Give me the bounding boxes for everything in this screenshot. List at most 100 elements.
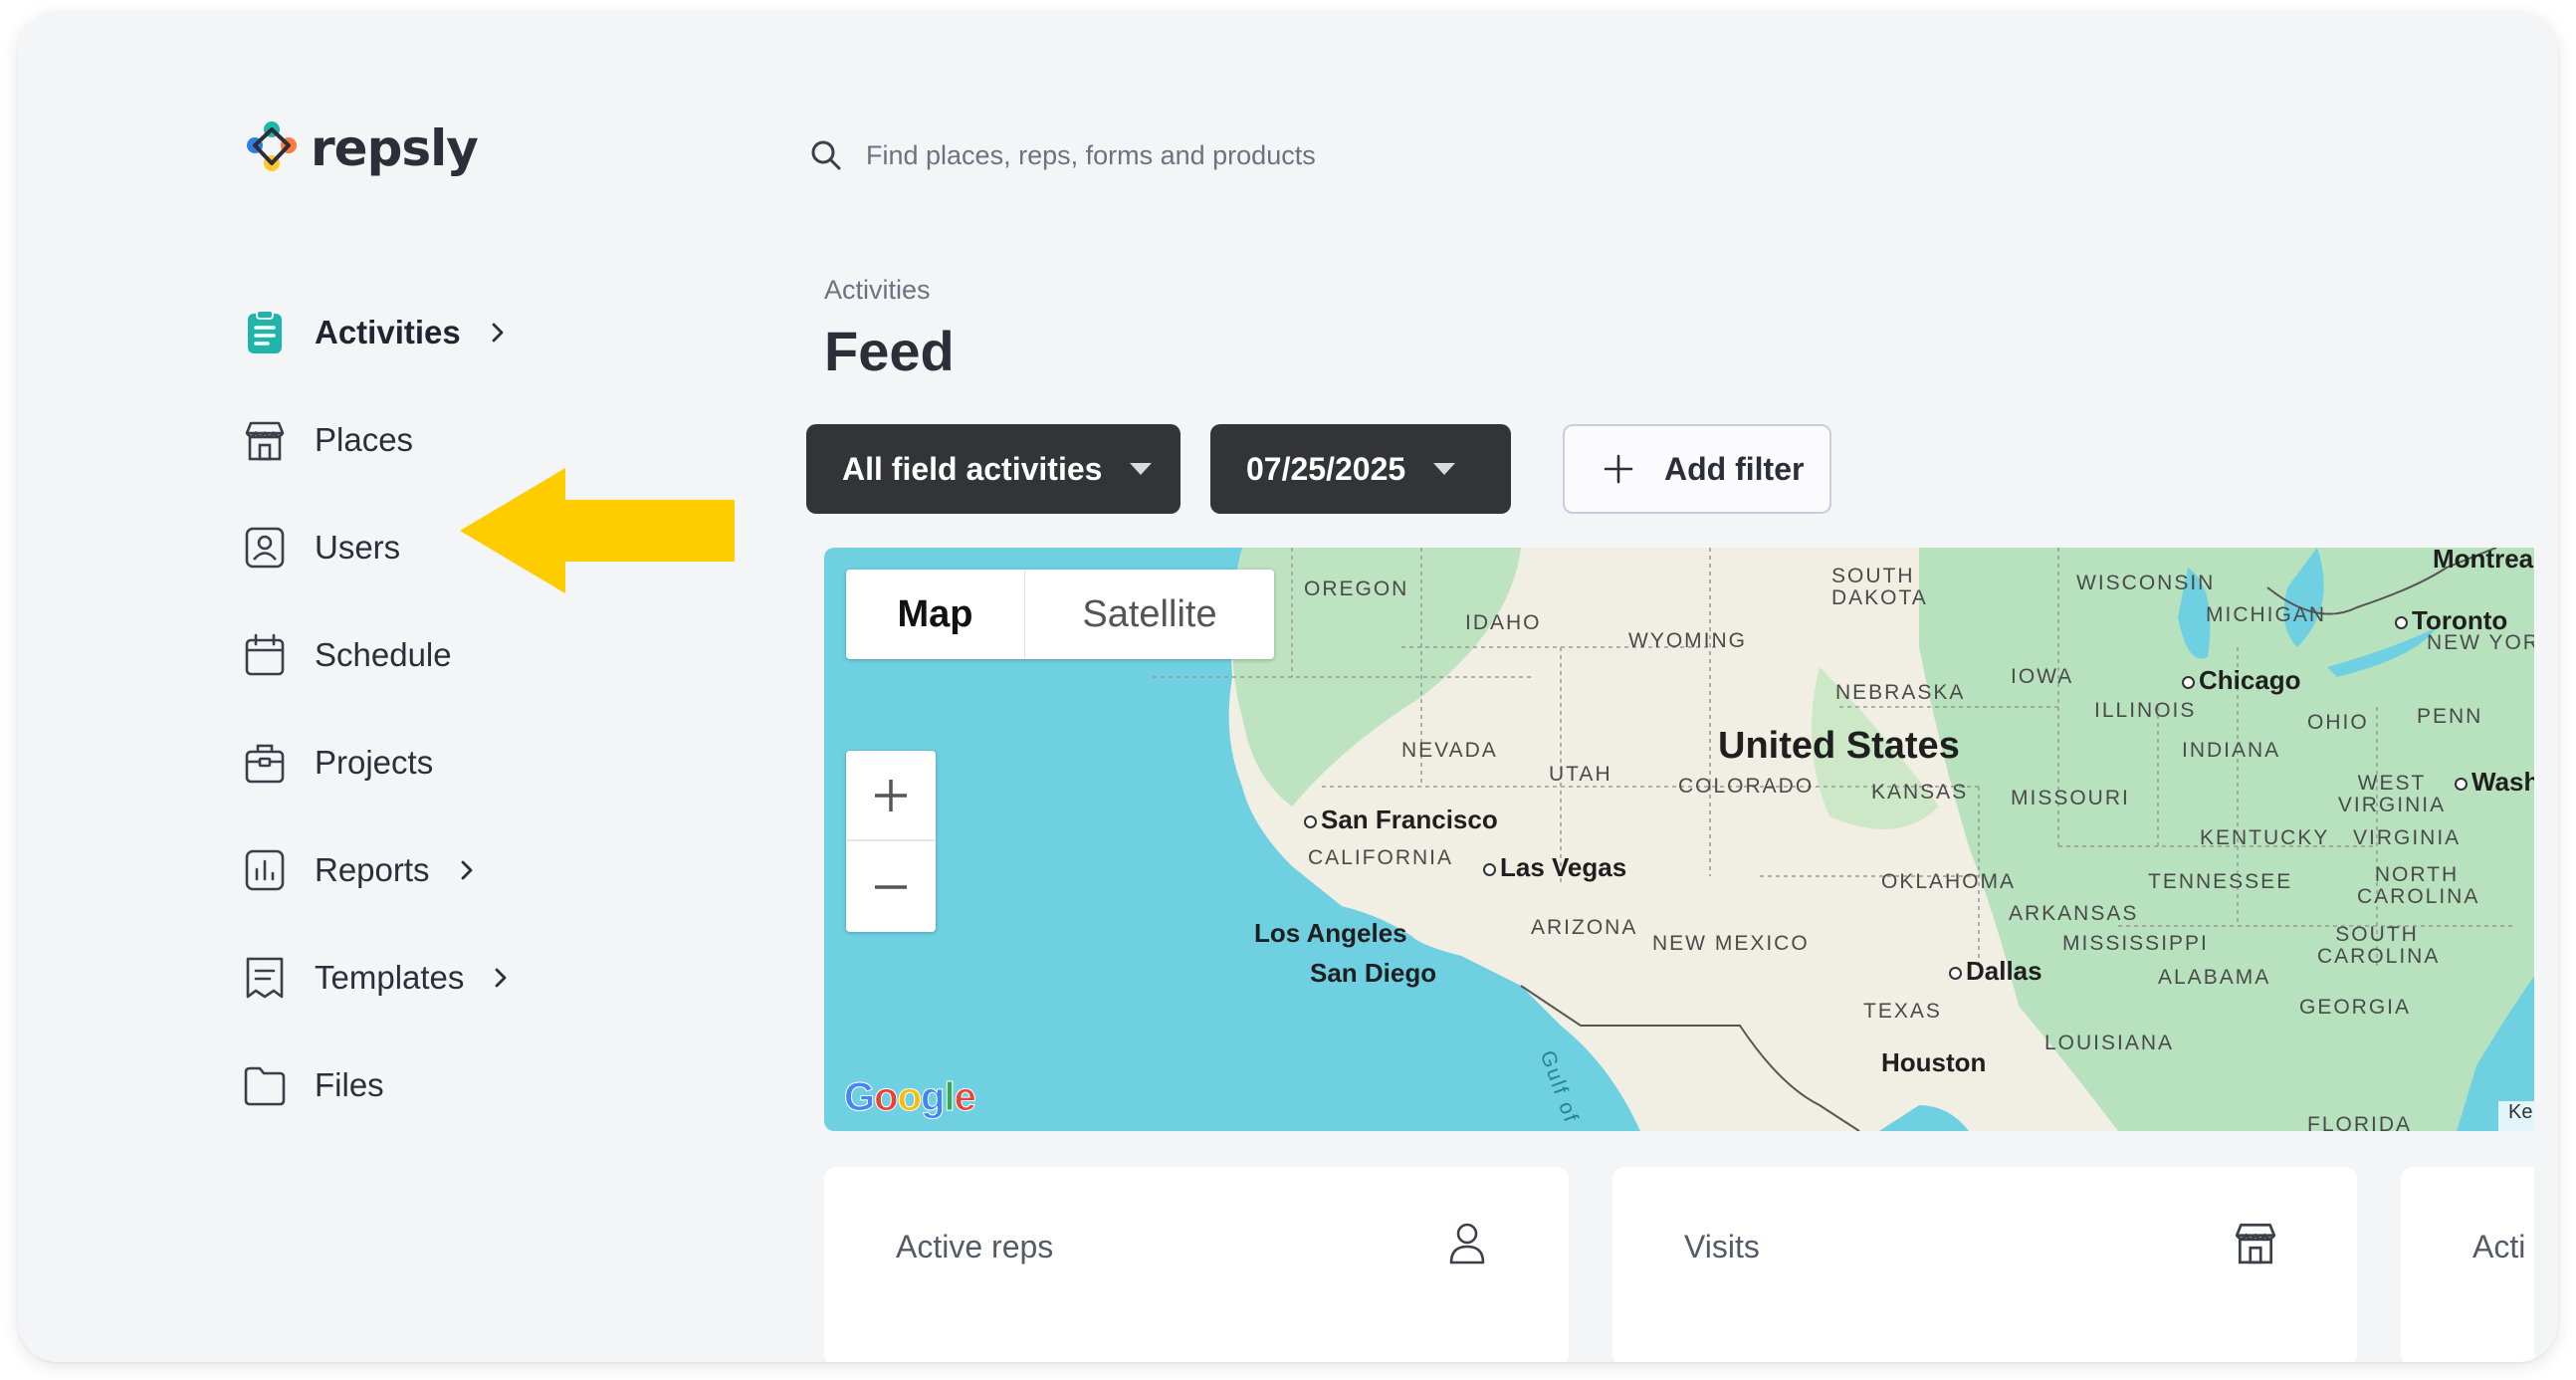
map-state-label: WISCONSIN — [2076, 572, 2216, 594]
map-state-label: FLORIDA — [2307, 1113, 2413, 1131]
map-state-label: ALABAMA — [2158, 966, 2271, 989]
map-state-label: INDIANA — [2182, 739, 2281, 762]
map-state-label: COLORADO — [1678, 775, 1815, 798]
zoom-out-button[interactable] — [846, 841, 936, 932]
search-icon — [811, 140, 841, 170]
map-state-label: KENTUCKY — [2200, 826, 2330, 849]
map-state-label: MISSOURI — [2011, 787, 2130, 809]
briefcase-icon — [239, 737, 291, 789]
sidebar-item-activities[interactable]: Activities — [239, 279, 737, 386]
template-icon — [239, 952, 291, 1004]
add-filter-button[interactable]: Add filter — [1563, 424, 1831, 514]
folder-icon — [239, 1059, 291, 1111]
store-icon — [2232, 1219, 2279, 1266]
sidebar-item-label: Users — [315, 529, 401, 566]
date-dropdown[interactable]: 07/25/2025 — [1210, 424, 1511, 514]
user-badge-icon — [239, 522, 291, 574]
map-state-label: LOUISIANA — [2044, 1032, 2175, 1054]
repsly-logo[interactable]: repsly — [239, 115, 479, 181]
map-state-label: OHIO — [2307, 711, 2369, 734]
map-state-label: SOUTH CAROLINA — [2317, 923, 2441, 968]
map-city-label: San Francisco — [1304, 805, 1498, 835]
stat-card-label: Visits — [1684, 1229, 1760, 1265]
map-city-label: Las Vegas — [1483, 852, 1626, 883]
stat-card-activities[interactable]: Acti — [2401, 1167, 2534, 1362]
map-city-label: Wash — [2455, 767, 2534, 798]
date-label: 07/25/2025 — [1246, 450, 1406, 487]
activity-map[interactable]: OREGON IDAHO WYOMING SOUTH DAKOTA NEBRAS… — [824, 548, 2534, 1131]
map-state-label: KANSAS — [1871, 781, 1969, 804]
breadcrumb[interactable]: Activities — [824, 275, 931, 306]
repsly-logo-icon — [247, 121, 297, 171]
sidebar-item-files[interactable]: Files — [239, 1032, 737, 1139]
sidebar-item-schedule[interactable]: Schedule — [239, 601, 737, 709]
map-state-label: WEST VIRGINIA — [2337, 772, 2447, 816]
map-city-label: San Diego — [1310, 958, 1437, 988]
calendar-icon — [239, 629, 291, 681]
map-state-label: CALIFORNIA — [1308, 846, 1454, 869]
annotation-arrow-icon — [460, 468, 735, 593]
map-city-label: Toronto — [2395, 605, 2507, 636]
map-state-label: NORTH CAROLINA — [2357, 863, 2480, 908]
map-state-label: ARKANSAS — [2009, 902, 2139, 925]
plus-icon — [875, 779, 907, 811]
map-state-label: ARIZONA — [1531, 916, 1638, 939]
map-state-label: IDAHO — [1465, 611, 1542, 634]
stat-card-label: Active reps — [896, 1229, 1054, 1265]
clipboard-icon — [239, 307, 291, 358]
map-state-label: MICHIGAN — [2206, 603, 2326, 626]
sidebar-item-label: Templates — [315, 959, 465, 996]
logo-text: repsly — [311, 119, 479, 177]
stat-card-label: Acti — [2472, 1229, 2526, 1265]
sidebar-item-label: Places — [315, 421, 414, 458]
sidebar-item-templates[interactable]: Templates — [239, 924, 737, 1032]
keyboard-shortcuts-link[interactable]: Ke — [2498, 1101, 2534, 1131]
map-country-label: United States — [1718, 725, 1960, 767]
map-state-label: OKLAHOMA — [1881, 870, 2017, 893]
sidebar-nav: Activities Places Users Schedule Project… — [239, 279, 737, 1139]
chevron-right-icon — [487, 322, 509, 344]
google-logo[interactable]: Google — [843, 1075, 976, 1120]
sidebar-item-label: Files — [315, 1066, 384, 1103]
map-city-label: Los Angeles — [1254, 918, 1407, 948]
search-input[interactable]: Find places, reps, forms and products — [866, 140, 1316, 171]
map-city-label: Montreal — [2433, 548, 2534, 574]
stat-card-visits[interactable]: Visits — [1612, 1167, 2357, 1362]
sidebar-item-label: Schedule — [315, 636, 452, 673]
map-state-label: OREGON — [1304, 577, 1409, 600]
map-state-label: UTAH — [1549, 763, 1612, 786]
map-view-button[interactable]: Map — [846, 570, 1025, 659]
map-city-label: Chicago — [2182, 665, 2301, 696]
zoom-control — [846, 751, 936, 932]
stat-card-active-reps[interactable]: Active reps — [824, 1167, 1569, 1362]
minus-icon — [875, 884, 907, 889]
map-type-toggle: Map Satellite — [846, 570, 1274, 659]
activity-type-dropdown[interactable]: All field activities — [806, 424, 1181, 514]
sidebar-item-projects[interactable]: Projects — [239, 709, 737, 816]
map-state-label: ILLINOIS — [2094, 699, 2197, 722]
map-city-label: Houston — [1881, 1047, 1987, 1077]
map-state-label: NEW MEXICO — [1652, 932, 1810, 955]
person-icon — [1443, 1219, 1491, 1266]
plus-icon — [1604, 454, 1633, 484]
zoom-in-button[interactable] — [846, 751, 936, 841]
map-state-label: NEVADA — [1401, 739, 1498, 762]
map-state-label: IOWA — [2011, 665, 2074, 688]
caret-down-icon — [1433, 463, 1456, 475]
chevron-right-icon — [456, 859, 478, 881]
map-state-label: TENNESSEE — [2148, 870, 2293, 893]
bar-chart-icon — [239, 844, 291, 896]
sidebar-item-reports[interactable]: Reports — [239, 816, 737, 924]
map-state-label: TEXAS — [1863, 1000, 1942, 1023]
add-filter-label: Add filter — [1664, 450, 1805, 487]
map-city-label: Dallas — [1949, 956, 2042, 987]
global-search[interactable]: Find places, reps, forms and products — [808, 137, 1316, 173]
activity-type-label: All field activities — [842, 450, 1103, 487]
sidebar-item-label: Activities — [315, 314, 461, 350]
sidebar-item-label: Projects — [315, 744, 434, 781]
satellite-view-button[interactable]: Satellite — [1025, 570, 1274, 659]
page-title: Feed — [824, 320, 955, 382]
sidebar-item-label: Reports — [315, 851, 430, 888]
caret-down-icon — [1130, 463, 1153, 475]
map-state-label: GEORGIA — [2299, 996, 2412, 1019]
